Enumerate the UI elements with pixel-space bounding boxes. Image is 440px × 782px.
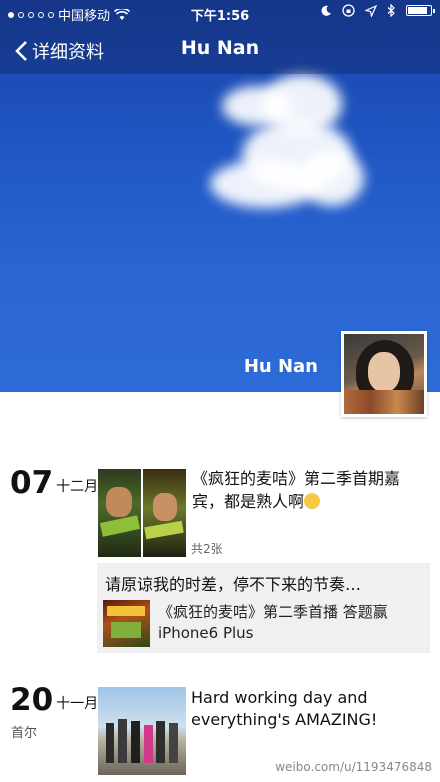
post-photo[interactable] bbox=[98, 687, 186, 775]
post-photo[interactable] bbox=[98, 469, 141, 557]
rotation-lock-icon bbox=[342, 4, 355, 17]
profile-name: Hu Nan bbox=[243, 356, 318, 377]
post-month: 十二月 bbox=[56, 479, 99, 495]
photo-count: 共2张 bbox=[191, 542, 223, 556]
post-day: 07 bbox=[10, 465, 54, 501]
location-icon bbox=[365, 4, 377, 17]
share-thumbnail bbox=[103, 600, 150, 647]
status-bar: 中国移动 下午1:56 bbox=[0, 0, 440, 26]
post-date: 07 十二月 bbox=[10, 468, 98, 499]
post-day: 20 bbox=[10, 682, 54, 718]
moon-icon bbox=[321, 5, 331, 16]
page-title: Hu Nan bbox=[180, 37, 260, 59]
battery-icon bbox=[406, 5, 435, 16]
post-photo[interactable] bbox=[143, 469, 186, 557]
share-caption: 请原谅我的时差，停不下来的节奏… bbox=[105, 575, 362, 594]
share-title: 《疯狂的麦咭》第二季首播 答题赢iPhone6 Plus bbox=[158, 603, 388, 642]
post-month: 十一月 bbox=[56, 696, 99, 712]
bluetooth-icon bbox=[387, 4, 395, 17]
post-text[interactable]: Hard working day and everything's AMAZIN… bbox=[191, 687, 421, 730]
smile-emoji-icon bbox=[304, 493, 321, 510]
post-text[interactable]: 《疯狂的麦咭》第二季首期嘉宾，都是熟人啊 bbox=[192, 467, 427, 513]
shared-link-card[interactable]: 请原谅我的时差，停不下来的节奏… 《疯狂的麦咭》第二季首播 答题赢iPhone6… bbox=[97, 563, 430, 653]
post-location: 首尔 bbox=[11, 726, 38, 741]
status-icons bbox=[320, 4, 435, 17]
cloud bbox=[300, 150, 364, 206]
avatar[interactable] bbox=[341, 331, 427, 417]
post-date: 20 十一月 bbox=[10, 685, 98, 716]
navigation-bar: 详细资料 Hu Nan bbox=[0, 28, 440, 72]
watermark: weibo.com/u/1193476848 bbox=[275, 760, 432, 774]
